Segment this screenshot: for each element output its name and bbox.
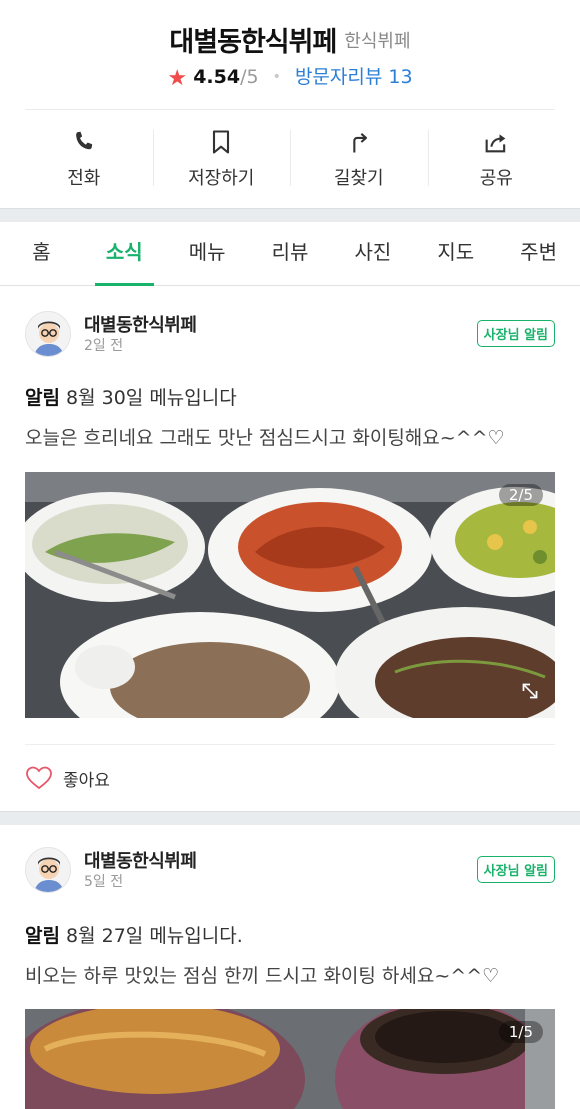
tab-menu[interactable]: 메뉴 xyxy=(166,222,249,285)
post-photo[interactable]: 1/5 xyxy=(25,1009,555,1109)
save-label: 저장하기 xyxy=(188,168,255,189)
separator-dot: • xyxy=(272,69,281,85)
rating-max: /5 xyxy=(240,66,259,88)
star-icon: ★ xyxy=(167,66,188,91)
news-post: 대별동한식뷔페 5일 전 사장님 알림 알림 8월 27일 메뉴입니다. 비오는… xyxy=(0,825,580,1109)
post-time: 5일 전 xyxy=(84,874,124,890)
place-name: 대별동한식뷔페 xyxy=(169,27,337,58)
expand-icon[interactable] xyxy=(517,678,543,704)
post-author[interactable]: 대별동한식뷔페 xyxy=(84,847,197,873)
news-post: 대별동한식뷔페 2일 전 사장님 알림 알림 8월 30일 메뉴입니다 오늘은 … xyxy=(0,287,580,811)
tab-nearby[interactable]: 주변 xyxy=(497,222,580,285)
post-title-tag: 알림 xyxy=(25,925,60,947)
rating-row: ★ 4.54/5 • 방문자리뷰 13 xyxy=(0,62,580,91)
share-label: 공유 xyxy=(479,168,513,189)
avatar-illustration xyxy=(26,312,70,356)
tab-news[interactable]: 소식 xyxy=(83,222,166,286)
place-category: 한식뷔페 xyxy=(344,30,411,52)
post-title[interactable]: 알림 8월 27일 메뉴입니다. xyxy=(25,921,243,948)
directions-label: 길찾기 xyxy=(333,168,384,189)
tab-photos[interactable]: 사진 xyxy=(331,222,414,285)
food-photo xyxy=(25,472,555,718)
avatar[interactable] xyxy=(25,311,71,357)
share-button[interactable]: 공유 xyxy=(427,110,566,206)
news-feed: 대별동한식뷔페 2일 전 사장님 알림 알림 8월 30일 메뉴입니다 오늘은 … xyxy=(0,287,580,1109)
photo-counter: 2/5 xyxy=(498,484,543,506)
post-body[interactable]: 오늘은 흐리네요 그래도 맛난 점심드시고 화이팅해요~^^♡ xyxy=(25,423,505,450)
post-author[interactable]: 대별동한식뷔페 xyxy=(84,311,197,337)
action-bar: 전화 저장하기 길찾기 공유 xyxy=(15,110,565,206)
visitor-review-link[interactable]: 방문자리뷰 13 xyxy=(295,66,413,88)
post-title[interactable]: 알림 8월 30일 메뉴입니다 xyxy=(25,383,237,410)
share-icon xyxy=(485,134,506,153)
tab-reviews[interactable]: 리뷰 xyxy=(249,222,332,285)
heart-icon xyxy=(26,766,52,790)
directions-icon xyxy=(353,133,367,153)
directions-button[interactable]: 길찾기 xyxy=(290,110,428,206)
owner-notice-badge: 사장님 알림 xyxy=(476,320,555,347)
like-label: 좋아요 xyxy=(63,770,110,791)
post-title-tag: 알림 xyxy=(25,387,60,409)
like-button[interactable]: 좋아요 xyxy=(25,765,110,791)
post-body[interactable]: 비오는 하루 맛있는 점심 한끼 드시고 화이팅 하세요~^^♡ xyxy=(25,961,499,988)
food-photo xyxy=(25,1009,555,1109)
save-button[interactable]: 저장하기 xyxy=(152,110,291,206)
avatar[interactable] xyxy=(25,847,71,893)
photo-counter: 1/5 xyxy=(498,1021,543,1043)
post-photo[interactable]: 2/5 xyxy=(25,472,555,718)
tab-bar: 홈 소식 메뉴 리뷰 사진 지도 주변 xyxy=(0,222,580,286)
call-label: 전화 xyxy=(67,168,101,189)
post-time: 2일 전 xyxy=(84,338,124,354)
owner-notice-badge: 사장님 알림 xyxy=(476,856,555,883)
avatar-illustration xyxy=(26,848,70,892)
rating-score: 4.54 xyxy=(193,66,241,88)
bookmark-icon xyxy=(213,130,230,154)
post-divider xyxy=(25,744,555,745)
tab-home[interactable]: 홈 xyxy=(0,222,83,285)
post-title-text: 8월 27일 메뉴입니다. xyxy=(66,925,243,947)
place-header: 대별동한식뷔페 한식뷔페 ★ 4.54/5 • 방문자리뷰 13 전화 저장하기 … xyxy=(0,0,580,208)
section-gap xyxy=(0,208,580,222)
post-gap xyxy=(0,811,580,825)
phone-icon xyxy=(75,131,92,150)
tab-map[interactable]: 지도 xyxy=(414,222,497,285)
title-row: 대별동한식뷔페 한식뷔페 xyxy=(0,20,580,59)
post-title-text: 8월 30일 메뉴입니다 xyxy=(66,387,237,409)
call-button[interactable]: 전화 xyxy=(15,110,153,206)
